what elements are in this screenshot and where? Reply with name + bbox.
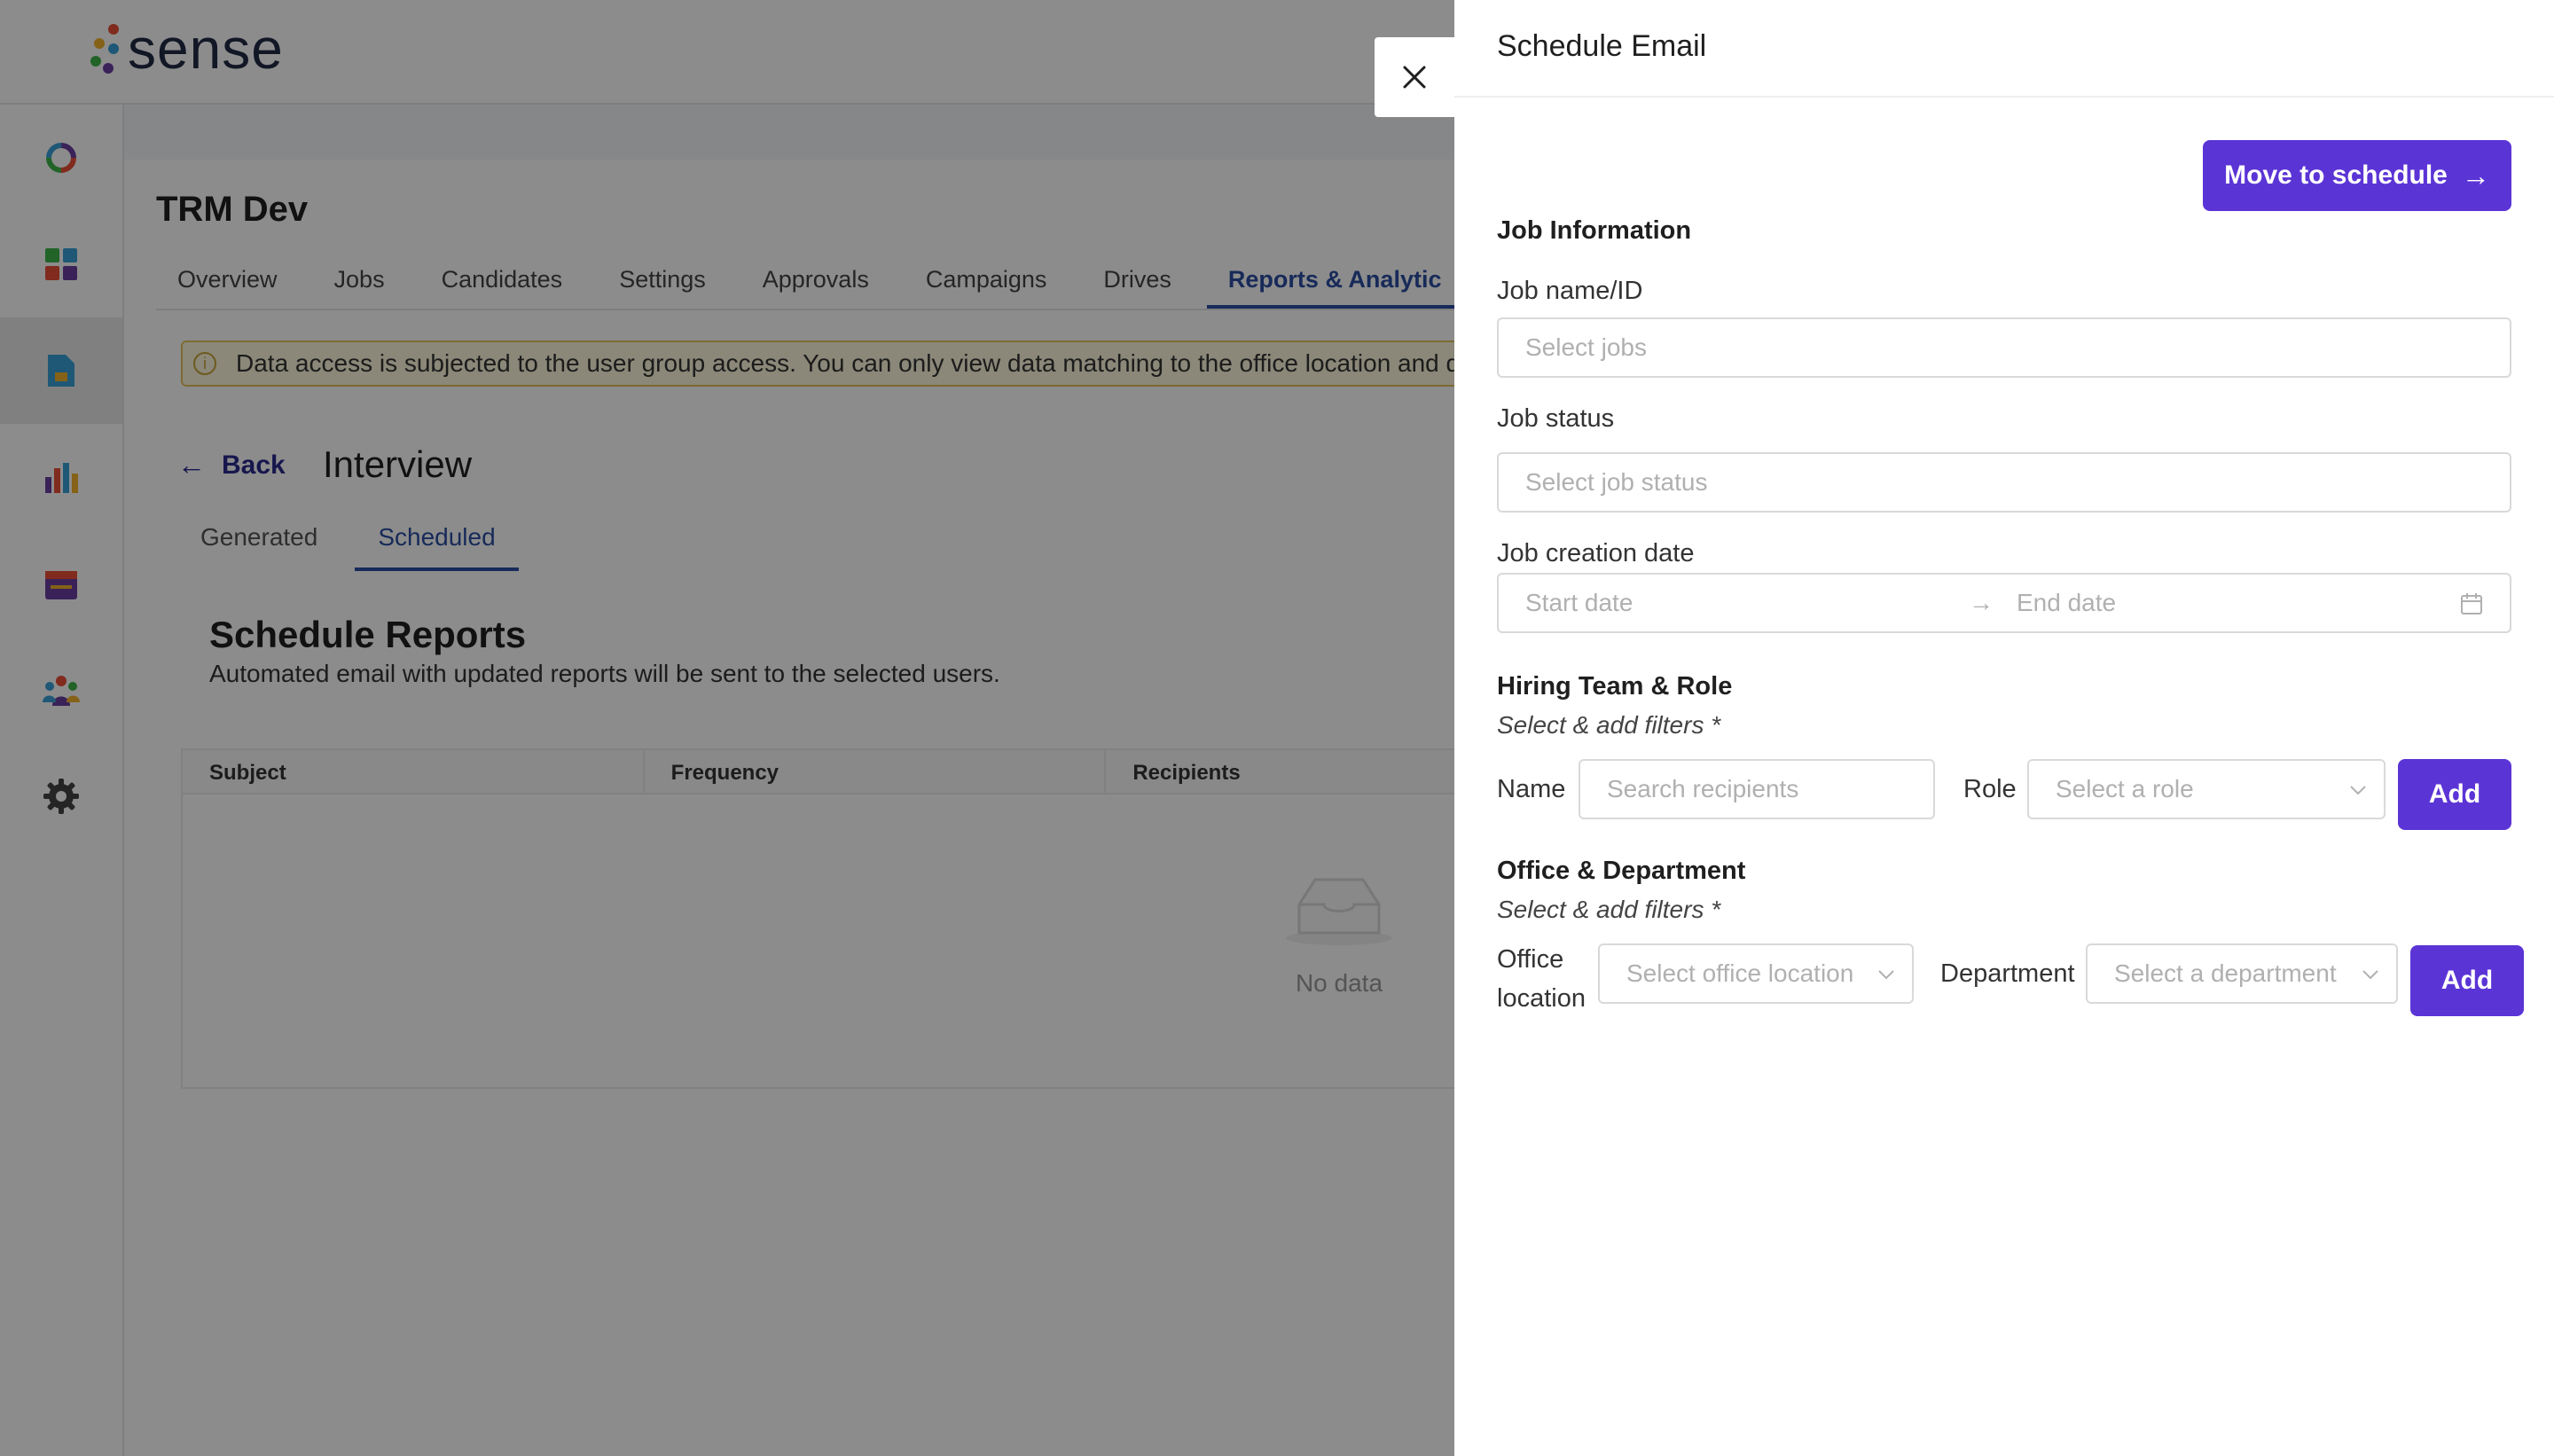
search-recipients-input[interactable]: Search recipients xyxy=(1579,759,1935,819)
schedule-email-drawer: Schedule Email Move to schedule → Job In… xyxy=(1454,0,2554,1456)
name-label: Name xyxy=(1497,775,1566,803)
office-location-placeholder: Select office location xyxy=(1626,959,1854,987)
range-arrow-icon: → xyxy=(1969,589,1994,616)
office-department-hint: Select & add filters * xyxy=(1497,896,1721,923)
drawer-title: Schedule Email xyxy=(1497,28,1707,63)
close-drawer-button[interactable] xyxy=(1375,37,1454,117)
role-label: Role xyxy=(1963,775,2017,803)
add-office-filter-button[interactable]: Add xyxy=(2410,945,2524,1016)
move-to-schedule-label: Move to schedule xyxy=(2224,160,2448,190)
calendar-icon xyxy=(2461,593,2482,614)
job-creation-date-range[interactable]: Start date → End date xyxy=(1497,573,2511,633)
end-date-input[interactable]: End date xyxy=(2017,589,2116,617)
hiring-team-hint: Select & add filters * xyxy=(1497,711,1721,739)
hiring-team-title: Hiring Team & Role xyxy=(1497,672,1733,701)
job-information-title: Job Information xyxy=(1497,216,1692,245)
department-label: Department xyxy=(1940,959,2075,988)
office-location-label: Office location xyxy=(1497,940,1586,1018)
job-name-placeholder: Select jobs xyxy=(1525,333,1647,361)
job-name-select[interactable]: Select jobs xyxy=(1497,317,2511,378)
close-icon xyxy=(1403,66,1426,89)
move-to-schedule-button[interactable]: Move to schedule → xyxy=(2203,140,2511,211)
start-date-input[interactable]: Start date xyxy=(1525,589,1969,617)
job-creation-date-label: Job creation date xyxy=(1497,539,1695,568)
office-location-select[interactable]: Select office location xyxy=(1598,943,1914,1004)
job-status-placeholder: Select job status xyxy=(1525,468,1708,496)
chevron-down-icon xyxy=(2350,786,2366,795)
department-placeholder: Select a department xyxy=(2114,959,2337,987)
role-select[interactable]: Select a role xyxy=(2027,759,2386,819)
job-status-select[interactable]: Select job status xyxy=(1497,452,2511,513)
office-location-label-line1: Office xyxy=(1497,945,1564,974)
job-name-label: Job name/ID xyxy=(1497,277,1643,305)
search-recipients-placeholder: Search recipients xyxy=(1607,775,1799,802)
modal-overlay[interactable] xyxy=(0,0,1454,1456)
chevron-down-icon xyxy=(1878,970,1894,980)
add-recipient-button[interactable]: Add xyxy=(2398,759,2511,830)
office-department-title: Office & Department xyxy=(1497,857,1746,885)
drawer-header: Schedule Email xyxy=(1454,0,2554,98)
office-location-label-line2: location xyxy=(1497,984,1586,1013)
chevron-down-icon xyxy=(2362,970,2378,980)
arrow-right-icon: → xyxy=(2461,159,2490,192)
department-select[interactable]: Select a department xyxy=(2086,943,2398,1004)
role-placeholder: Select a role xyxy=(2056,775,2194,802)
job-status-label: Job status xyxy=(1497,404,1615,433)
